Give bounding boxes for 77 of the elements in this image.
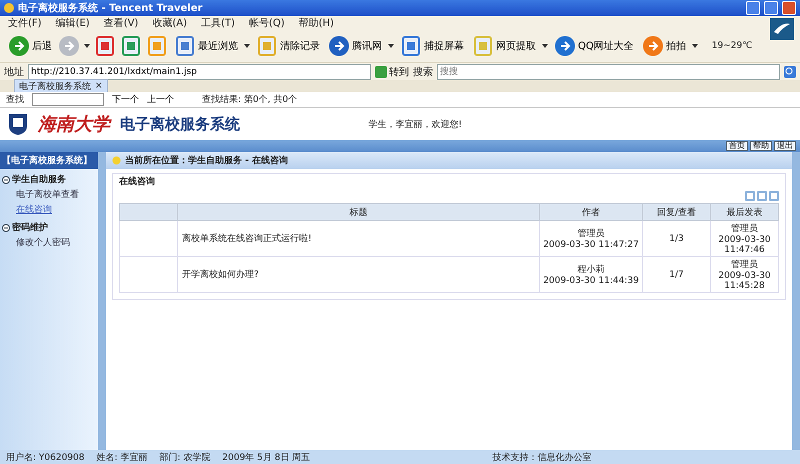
close-icon[interactable]: ×	[95, 81, 103, 91]
menu-item[interactable]: 查看(V)	[104, 16, 138, 30]
sidebar-title: 【电子离校服务系统】	[0, 152, 98, 169]
status-text: 2009年 5月 8日 周五	[222, 452, 310, 464]
table-cell: 程小莉 2009-03-30 11:44:39	[540, 256, 642, 292]
table-cell: 1/3	[642, 220, 710, 256]
next-button[interactable]: 下一个	[112, 93, 139, 106]
sidebar-item[interactable]: 修改个人密码	[0, 235, 98, 250]
nav-button[interactable]: 帮助	[750, 141, 772, 151]
university-name: 海南大学	[38, 113, 110, 136]
toolbar-button[interactable]: 捕捉屏幕	[398, 33, 466, 59]
app-icon	[4, 3, 14, 13]
menu-item[interactable]: 编辑(E)	[56, 16, 90, 30]
column-header: 最后发表	[710, 204, 778, 220]
menu-item[interactable]: 收藏(A)	[152, 16, 187, 30]
menu-item[interactable]: 文件(F)	[8, 16, 42, 30]
toolbar-button[interactable]: 最近浏览	[172, 33, 240, 59]
status-text: 部门: 农学院	[159, 452, 210, 464]
menu-item[interactable]: 工具(T)	[201, 16, 235, 30]
column-header: 标题	[178, 204, 540, 220]
breadcrumb: 当前所在位置：学生自助服务 - 在线咨询	[125, 154, 288, 167]
toolbar-button[interactable]: 腾讯网	[326, 33, 384, 59]
find-field[interactable]	[32, 93, 104, 106]
address-label: 地址	[4, 66, 24, 78]
status-text: 技术支持：信息化办公室	[492, 452, 592, 464]
close-button[interactable]	[782, 1, 796, 15]
status-text: 用户名: Y0620908	[6, 452, 84, 464]
caret-icon[interactable]	[692, 44, 698, 48]
welcome-text: 学生，李宜丽，欢迎您!	[368, 118, 462, 130]
toolbar-button[interactable]: 拍拍	[640, 33, 688, 59]
caret-icon[interactable]	[388, 44, 394, 48]
table-cell: 管理员 2009-03-30 11:47:27	[540, 220, 642, 256]
minimize-button[interactable]	[746, 1, 760, 15]
find-result: 查找结果: 第0个, 共0个	[202, 94, 298, 106]
status-text: 姓名: 李宜丽	[96, 452, 148, 464]
column-header: 作者	[540, 204, 642, 220]
search-icon[interactable]	[784, 66, 796, 78]
toolbar-button[interactable]: 清除记录	[254, 33, 322, 59]
nav-button[interactable]: 退出	[774, 141, 796, 151]
caret-icon[interactable]	[244, 44, 250, 48]
search-field[interactable]: 搜搜	[437, 64, 780, 80]
bulb-icon	[112, 156, 121, 165]
toolbar-button[interactable]: 网页提取	[470, 33, 538, 59]
column-header: 回复/查看	[642, 204, 710, 220]
search-label: 搜索	[413, 66, 433, 78]
window-title: 电子离校服务系统 - Tencent Traveler	[18, 1, 202, 15]
back-icon[interactable]	[8, 35, 30, 57]
nav-button[interactable]: 首页	[726, 141, 748, 151]
column-header	[120, 204, 178, 220]
menu-item[interactable]: 帐号(Q)	[248, 16, 285, 30]
expand-icon[interactable]	[2, 176, 10, 184]
table-cell: 管理员 2009-03-30 11:47:46	[710, 220, 778, 256]
topic-link[interactable]: 开学离校如何办理?	[182, 270, 259, 280]
weather-text: 19~29℃	[712, 41, 752, 51]
scrollbar[interactable]	[792, 152, 800, 450]
shield-icon	[8, 112, 28, 136]
table-cell: 1/7	[642, 256, 710, 292]
topic-link[interactable]: 离校单系统在线咨询正式运行啦!	[182, 234, 312, 244]
sidebar-section[interactable]: 学生自助服务	[12, 173, 66, 186]
sidebar-item[interactable]: 电子离校单查看	[0, 187, 98, 202]
caret-icon[interactable]	[84, 44, 90, 48]
sidebar-item[interactable]: 在线咨询	[0, 202, 98, 217]
panel-title: 在线咨询	[118, 175, 156, 189]
caret-icon[interactable]	[542, 44, 548, 48]
system-name: 电子离校服务系统	[120, 114, 240, 134]
sidebar-section[interactable]: 密码维护	[12, 221, 48, 234]
expand-icon[interactable]	[2, 224, 10, 232]
maximize-button[interactable]	[764, 1, 778, 15]
toolbar-button[interactable]: QQ网址大全	[552, 33, 636, 59]
find-label: 查找	[6, 94, 24, 106]
menu-item[interactable]: 帮助(H)	[298, 16, 334, 30]
address-field[interactable]: http://210.37.41.201/lxdxt/main1.jsp	[28, 64, 371, 80]
table-cell: 管理员 2009-03-30 11:45:28	[710, 256, 778, 292]
browser-tab[interactable]: 电子离校服务系统 ×	[14, 79, 108, 92]
toolbar-button[interactable]: 后退	[6, 33, 54, 59]
go-button[interactable]: 转到	[375, 64, 409, 78]
previous-button[interactable]: 上一个	[147, 93, 174, 106]
